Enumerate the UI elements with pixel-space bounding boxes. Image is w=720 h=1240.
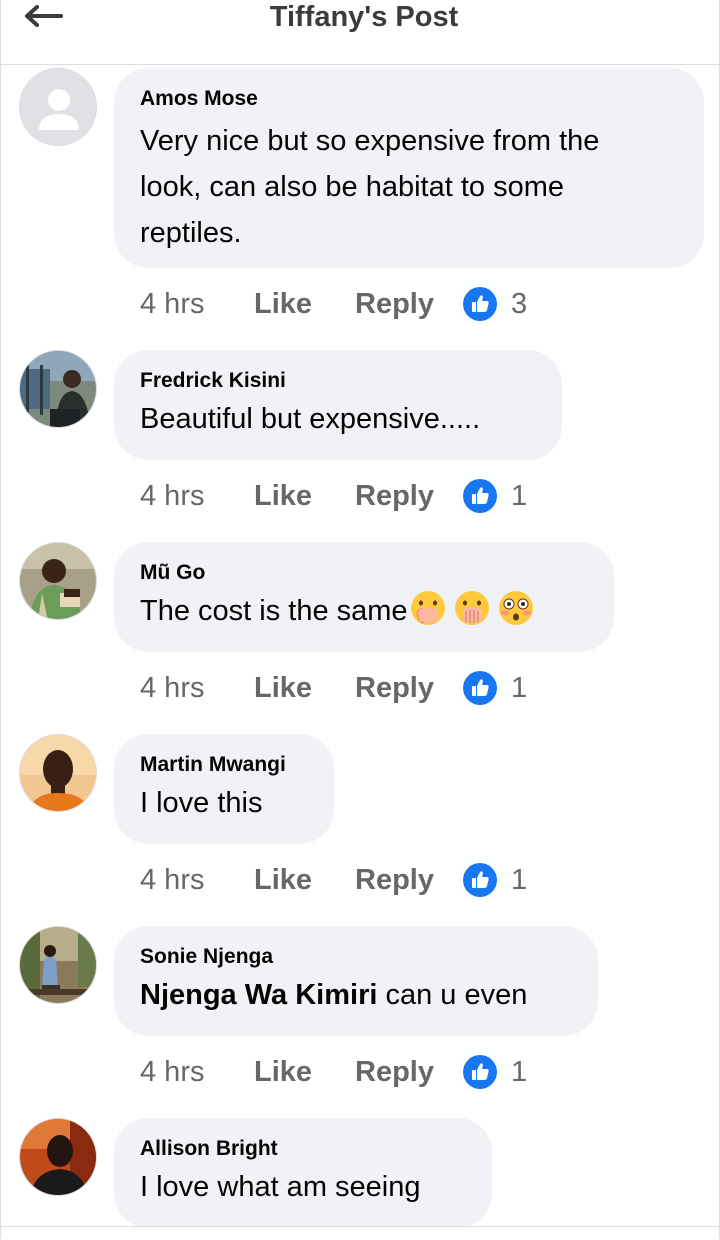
comment-text: I love what am seeing (140, 1171, 421, 1203)
reaction-count-value: 1 (511, 1055, 528, 1088)
comment-author[interactable]: Sonie Njenga (140, 944, 572, 970)
avatar[interactable] (19, 542, 97, 620)
like-button[interactable]: Like (254, 1056, 355, 1089)
hand-over-mouth-emoji (453, 589, 491, 641)
comment-actions: 4 hrs Like Reply 1 (140, 668, 527, 708)
comment-text-line: reptiles. (140, 217, 242, 249)
like-button[interactable]: Like (254, 864, 355, 897)
comment-bubble[interactable]: Sonie Njenga Njenga Wa Kimiri can u even (114, 926, 598, 1036)
like-button[interactable]: Like (254, 672, 355, 705)
comment-author[interactable]: Martin Mwangi (140, 752, 308, 778)
comment-text-content: can u even (377, 979, 528, 1011)
avatar[interactable] (19, 926, 97, 1004)
page-title: Tiffany's Post (269, 1, 459, 33)
thumbs-up-icon (463, 479, 497, 513)
reply-button[interactable]: Reply (355, 288, 463, 321)
reaction-count-value: 1 (511, 671, 528, 704)
comment-text: The cost is the same (140, 588, 588, 641)
comment-bubble[interactable]: Fredrick Kisini Beautiful but expensive.… (114, 350, 562, 460)
comment-time[interactable]: 4 hrs (140, 672, 254, 705)
comment-actions: 4 hrs Like Reply 3 (140, 284, 527, 324)
comment-time[interactable]: 4 hrs (140, 864, 254, 897)
comment-author[interactable]: Amos Mose (140, 86, 678, 112)
profile-photo (20, 927, 96, 1003)
reply-button[interactable]: Reply (355, 672, 463, 705)
avatar[interactable] (19, 734, 97, 812)
profile-photo (20, 735, 96, 811)
reaction-count[interactable]: 1 (463, 1055, 527, 1089)
comment-bubble[interactable]: Amos Mose Very nice but so expensive fro… (114, 68, 704, 268)
reply-button[interactable]: Reply (355, 480, 463, 513)
reaction-count[interactable]: 1 (463, 671, 527, 705)
reply-button[interactable]: Reply (355, 1056, 463, 1089)
hand-over-mouth-emoji (409, 589, 447, 641)
comment-text: Beautiful but expensive..... (140, 403, 481, 435)
bottom-bar (1, 1226, 719, 1240)
top-bar: Tiffany's Post (1, 0, 719, 65)
reaction-count-value: 3 (511, 287, 528, 320)
avatar[interactable] (19, 68, 97, 146)
mention-link[interactable]: Njenga Wa Kimiri (140, 979, 377, 1011)
comment-bubble[interactable]: Martin Mwangi I love this (114, 734, 334, 844)
reaction-count[interactable]: 1 (463, 479, 527, 513)
thumbs-up-icon (463, 671, 497, 705)
thumbs-up-icon (463, 863, 497, 897)
comment-time[interactable]: 4 hrs (140, 480, 254, 513)
thumbs-up-icon (463, 1055, 497, 1089)
comment-text-content: The cost is the same (140, 595, 408, 627)
profile-photo (20, 351, 96, 427)
comment-time[interactable]: 4 hrs (140, 288, 254, 321)
comment-text-line: Very nice but so expensive from the (140, 125, 600, 157)
comment-text: Very nice but so expensive from the look… (140, 118, 678, 256)
comment-text: Njenga Wa Kimiri can u even (140, 972, 572, 1018)
reaction-count-value: 1 (511, 479, 528, 512)
profile-photo (20, 543, 96, 619)
comment-bubble[interactable]: Allison Bright I love what am seeing (114, 1118, 492, 1228)
comment-author[interactable]: Fredrick Kisini (140, 368, 536, 394)
comment-bubble[interactable]: Mũ Go The cost is the same (114, 542, 614, 652)
reaction-count-value: 1 (511, 863, 528, 896)
flushed-face-emoji (497, 589, 535, 641)
like-button[interactable]: Like (254, 288, 355, 321)
comment-actions: 4 hrs Like Reply 1 (140, 1052, 527, 1092)
reply-button[interactable]: Reply (355, 864, 463, 897)
comment-author[interactable]: Allison Bright (140, 1136, 466, 1162)
comment-actions: 4 hrs Like Reply 1 (140, 860, 527, 900)
reaction-count[interactable]: 1 (463, 863, 527, 897)
comment-time[interactable]: 4 hrs (140, 1056, 254, 1089)
comment-actions: 4 hrs Like Reply 1 (140, 476, 527, 516)
avatar[interactable] (19, 1118, 97, 1196)
comment-text: I love this (140, 787, 263, 819)
reaction-count[interactable]: 3 (463, 287, 527, 321)
thumbs-up-icon (463, 287, 497, 321)
comment-author[interactable]: Mũ Go (140, 560, 588, 586)
comment-text-line: look, can also be habitat to some (140, 171, 564, 203)
like-button[interactable]: Like (254, 480, 355, 513)
profile-photo (20, 1119, 96, 1195)
avatar[interactable] (19, 350, 97, 428)
default-avatar-icon (20, 69, 96, 145)
